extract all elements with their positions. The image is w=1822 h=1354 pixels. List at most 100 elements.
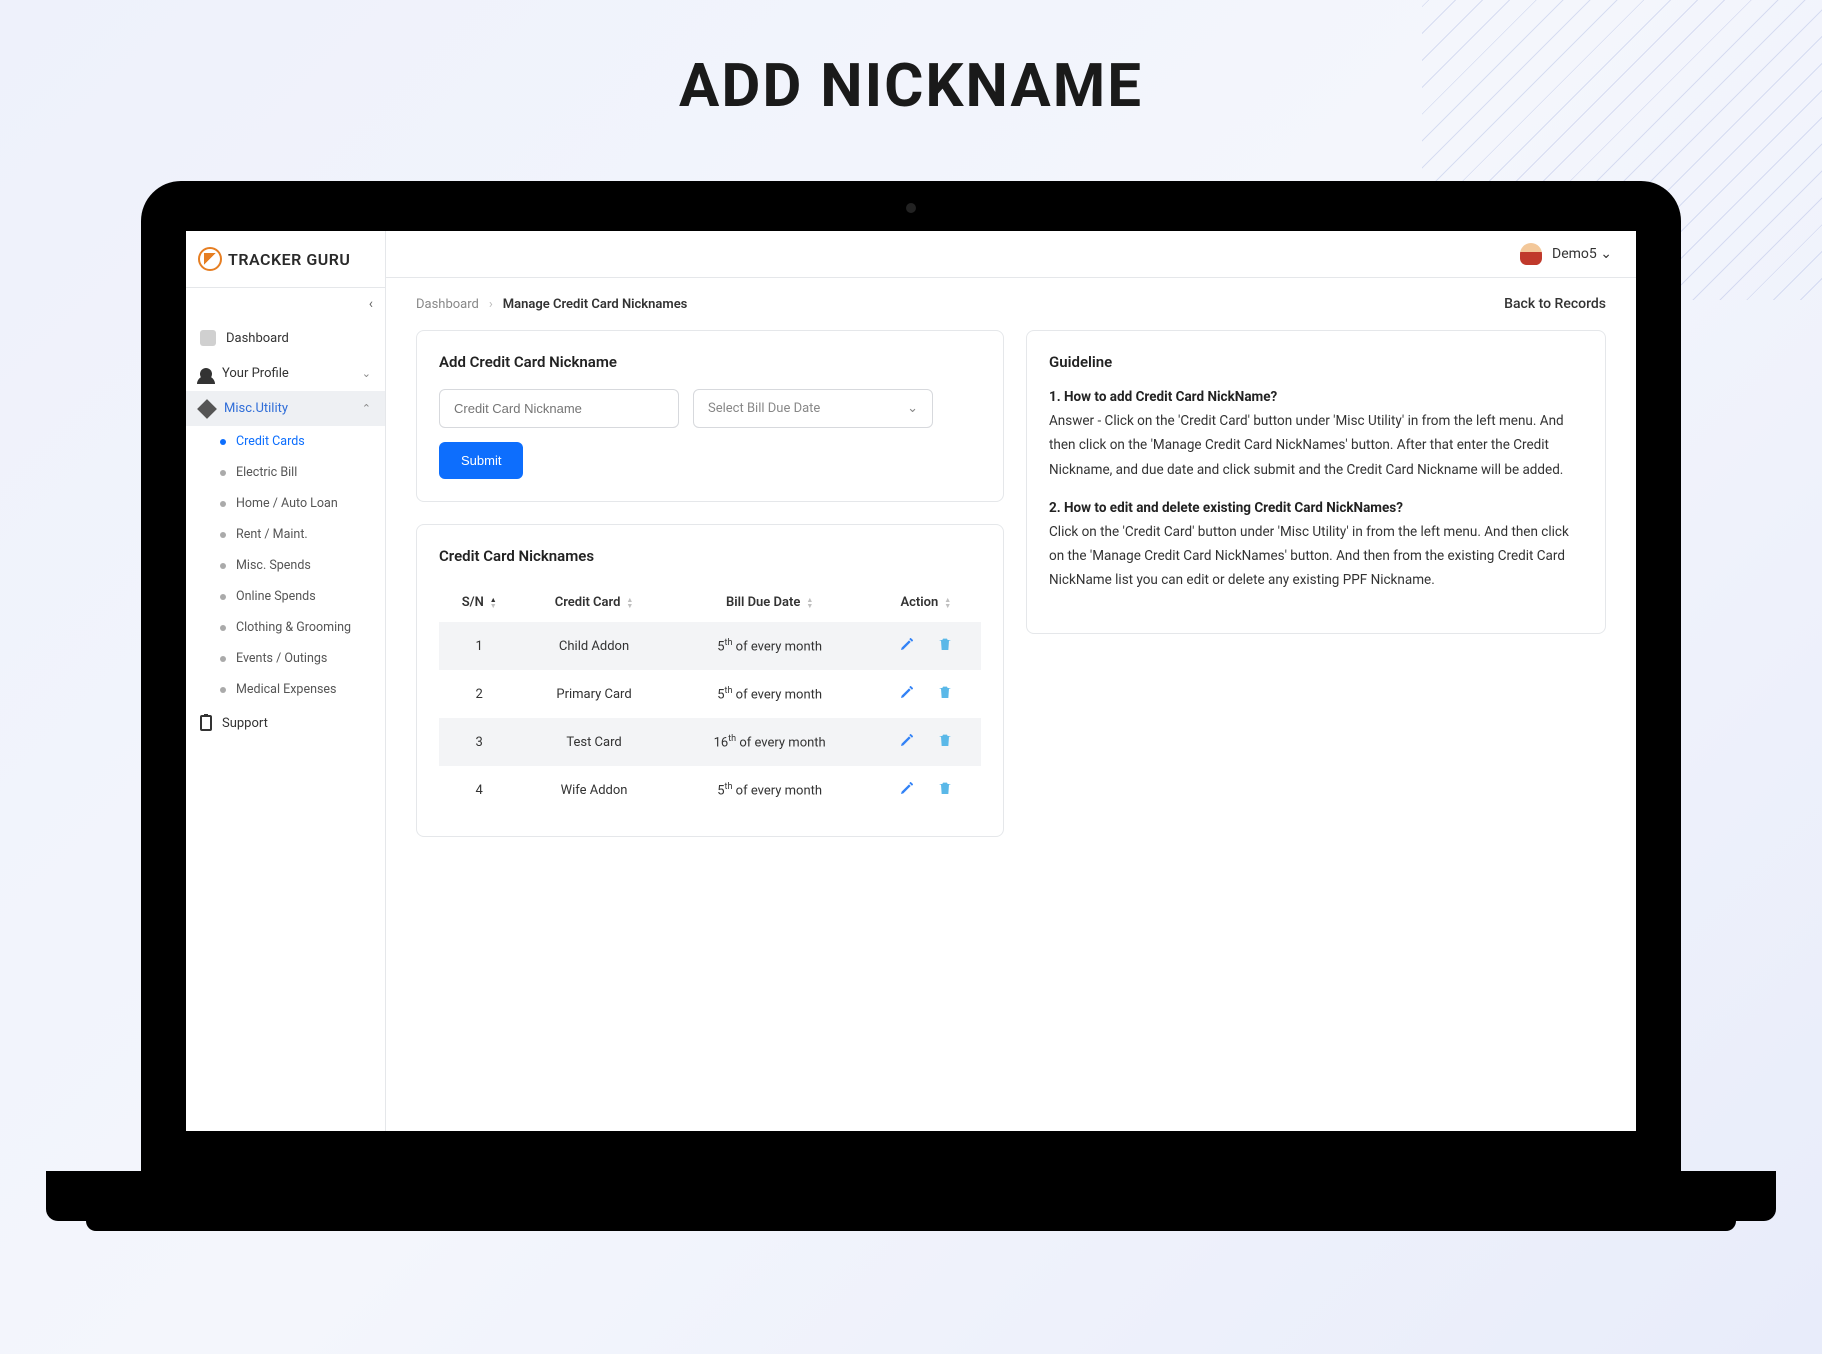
cell-due: 5th of every month — [669, 622, 871, 670]
sub-label: Events / Outings — [236, 651, 327, 666]
bullet-icon — [220, 501, 226, 507]
edit-icon[interactable] — [899, 684, 915, 704]
sidebar-item-rent-maint[interactable]: Rent / Maint. — [206, 519, 385, 550]
laptop-base — [46, 1171, 1776, 1221]
cell-name: Wife Addon — [519, 766, 668, 814]
sidebar-item-misc-spends[interactable]: Misc. Spends — [206, 550, 385, 581]
logo-icon — [198, 247, 222, 271]
sub-label: Home / Auto Loan — [236, 496, 338, 511]
guideline-a2: Click on the 'Credit Card' button under … — [1049, 520, 1583, 593]
chevron-left-icon: ‹ — [369, 296, 373, 312]
dashboard-icon — [200, 330, 216, 346]
sidebar-item-online-spends[interactable]: Online Spends — [206, 581, 385, 612]
edit-icon[interactable] — [899, 636, 915, 656]
table-row: 2Primary Card5th of every month — [439, 670, 981, 718]
breadcrumb-row: Dashboard › Manage Credit Card Nicknames… — [386, 278, 1636, 330]
col-card[interactable]: Credit Card▲▼ — [519, 583, 668, 622]
nav-your-profile[interactable]: Your Profile ⌄ — [186, 356, 385, 391]
chevron-down-icon: ⌄ — [362, 367, 371, 380]
sidebar-item-home-auto-loan[interactable]: Home / Auto Loan — [206, 488, 385, 519]
nav-label: Your Profile — [222, 366, 289, 381]
bullet-icon — [220, 625, 226, 631]
delete-icon[interactable] — [937, 780, 953, 800]
sort-icon: ▲▼ — [490, 597, 497, 609]
sub-label: Misc. Spends — [236, 558, 311, 573]
page-heading: ADD NICKNAME — [0, 0, 1822, 121]
col-action[interactable]: Action▲▼ — [871, 583, 981, 622]
edit-icon[interactable] — [899, 780, 915, 800]
main-content: Demo5 ⌄ Dashboard › Manage Credit Card N… — [386, 231, 1636, 1131]
bullet-icon — [220, 563, 226, 569]
sidebar-item-clothing-grooming[interactable]: Clothing & Grooming — [206, 612, 385, 643]
chevron-up-icon: ⌃ — [362, 402, 371, 415]
back-to-records-link[interactable]: Back to Records — [1504, 296, 1606, 312]
brand-logo[interactable]: TRACKER GURU — [186, 231, 385, 288]
chevron-down-icon: ⌄ — [1600, 246, 1612, 262]
cell-name: Child Addon — [519, 622, 668, 670]
cell-due: 5th of every month — [669, 670, 871, 718]
sub-label: Rent / Maint. — [236, 527, 308, 542]
misc-utility-submenu: Credit Cards Electric Bill Home / Auto L… — [186, 426, 385, 705]
cell-sn: 4 — [439, 766, 519, 814]
cell-sn: 3 — [439, 718, 519, 766]
sidebar-item-credit-cards[interactable]: Credit Cards — [206, 426, 385, 457]
cell-action — [871, 766, 981, 814]
bullet-icon — [220, 470, 226, 476]
edit-icon[interactable] — [899, 732, 915, 752]
sidebar: TRACKER GURU ‹ Dashboard Your Profile ⌄ … — [186, 231, 386, 1131]
user-name-label: Demo5 — [1552, 246, 1597, 262]
guideline-card: Guideline 1. How to add Credit Card Nick… — [1026, 330, 1606, 634]
chevron-down-icon: ⌄ — [907, 401, 918, 416]
cell-action — [871, 622, 981, 670]
cell-name: Test Card — [519, 718, 668, 766]
table-row: 3Test Card16th of every month — [439, 718, 981, 766]
bullet-icon — [220, 594, 226, 600]
nav-dashboard[interactable]: Dashboard — [186, 320, 385, 356]
delete-icon[interactable] — [937, 732, 953, 752]
app-screen: TRACKER GURU ‹ Dashboard Your Profile ⌄ … — [186, 231, 1636, 1131]
submit-button[interactable]: Submit — [439, 442, 523, 479]
sidebar-item-events-outings[interactable]: Events / Outings — [206, 643, 385, 674]
nav-misc-utility[interactable]: Misc.Utility ⌃ — [186, 391, 385, 426]
guideline-a1: Answer - Click on the 'Credit Card' butt… — [1049, 409, 1583, 482]
cell-name: Primary Card — [519, 670, 668, 718]
bullet-icon — [220, 532, 226, 538]
col-sn[interactable]: S/N▲▼ — [439, 583, 519, 622]
nav-label: Support — [222, 716, 268, 731]
due-date-select[interactable]: Select Bill Due Date ⌄ — [693, 389, 933, 428]
sidebar-item-electric-bill[interactable]: Electric Bill — [206, 457, 385, 488]
sort-icon: ▲▼ — [944, 597, 951, 609]
nickname-input[interactable] — [439, 389, 679, 428]
chevron-right-icon: › — [489, 297, 493, 312]
bullet-icon — [220, 687, 226, 693]
cell-due: 5th of every month — [669, 766, 871, 814]
delete-icon[interactable] — [937, 636, 953, 656]
cell-due: 16th of every month — [669, 718, 871, 766]
breadcrumb-dashboard[interactable]: Dashboard — [416, 297, 479, 312]
bullet-icon — [220, 439, 226, 445]
guideline-q2: 2. How to edit and delete existing Credi… — [1049, 500, 1583, 516]
cell-sn: 2 — [439, 670, 519, 718]
delete-icon[interactable] — [937, 684, 953, 704]
sub-label: Clothing & Grooming — [236, 620, 351, 635]
nav-support[interactable]: Support — [186, 705, 385, 741]
nicknames-table: S/N▲▼ Credit Card▲▼ Bill Due Date▲▼ Acti… — [439, 583, 981, 814]
guideline-q1: 1. How to add Credit Card NickName? — [1049, 389, 1583, 405]
nav-label: Misc.Utility — [224, 401, 288, 416]
sub-label: Medical Expenses — [236, 682, 337, 697]
col-due[interactable]: Bill Due Date▲▼ — [669, 583, 871, 622]
add-nickname-title: Add Credit Card Nickname — [439, 353, 981, 371]
sidebar-collapse-button[interactable]: ‹ — [357, 288, 385, 320]
sidebar-item-medical-expenses[interactable]: Medical Expenses — [206, 674, 385, 705]
sub-label: Electric Bill — [236, 465, 297, 480]
nicknames-table-title: Credit Card Nicknames — [439, 547, 981, 565]
cell-action — [871, 718, 981, 766]
nicknames-table-card: Credit Card Nicknames S/N▲▼ Credit Card▲… — [416, 524, 1004, 837]
bullet-icon — [220, 656, 226, 662]
cell-action — [871, 670, 981, 718]
user-menu[interactable]: Demo5 ⌄ — [1552, 246, 1612, 262]
sub-label: Credit Cards — [236, 434, 305, 449]
nav-label: Dashboard — [226, 331, 289, 346]
guideline-title: Guideline — [1049, 353, 1583, 371]
avatar[interactable] — [1520, 243, 1542, 265]
